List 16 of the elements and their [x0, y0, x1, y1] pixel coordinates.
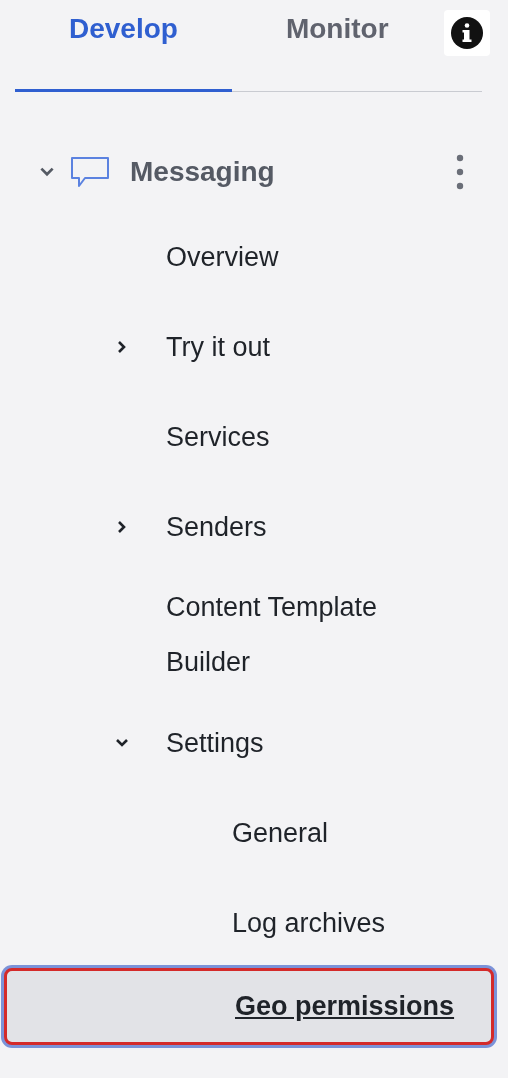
nav-item[interactable]: Overview	[166, 229, 279, 285]
selected-nav-item[interactable]: Geo permissions	[4, 968, 494, 1045]
info-icon[interactable]	[444, 10, 490, 56]
tab[interactable]: Monitor	[231, 0, 393, 92]
tab[interactable]: Develop	[15, 0, 232, 92]
nav-item[interactable]: Log archives	[232, 895, 386, 951]
nav-item[interactable]: General	[232, 805, 329, 861]
nav-item[interactable]: Senders	[166, 499, 267, 555]
nav-item[interactable]: Settings	[166, 715, 264, 771]
nav-item[interactable]: Geo permissions	[235, 979, 455, 1034]
more-options-icon[interactable]	[456, 154, 464, 190]
nav-item[interactable]: Try it out	[166, 319, 271, 375]
chat-bubble-icon	[70, 156, 110, 188]
nav-item[interactable]: Services	[166, 409, 270, 465]
product-name[interactable]: Messaging	[130, 156, 456, 188]
nav-item[interactable]: Content Template Builder	[166, 580, 446, 690]
